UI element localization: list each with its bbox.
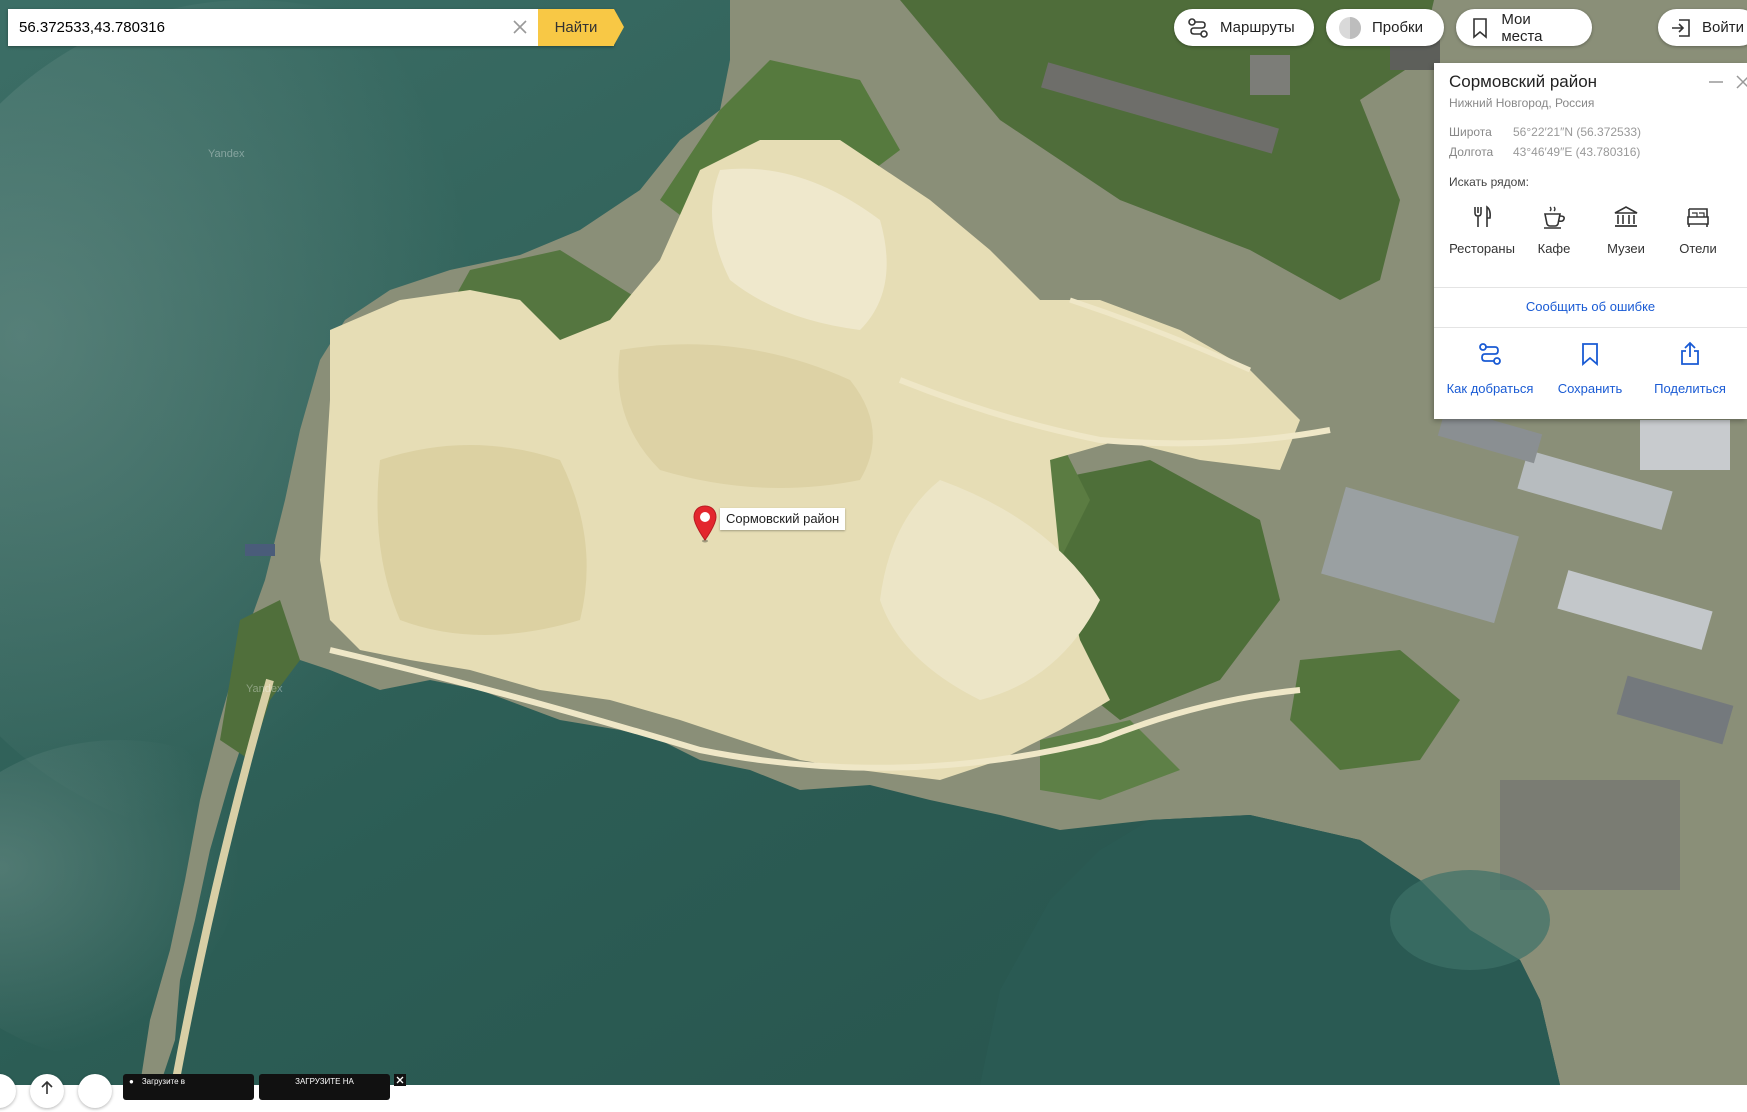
building	[1640, 420, 1730, 470]
nearby-label: Искать рядом:	[1449, 175, 1529, 189]
bookmark-icon	[1468, 16, 1491, 40]
my-places-label: Мои места	[1501, 10, 1543, 45]
latitude-label: Широта	[1449, 125, 1492, 139]
save-label: Сохранить	[1557, 381, 1623, 396]
place-card: Сормовский район Нижний Новгород, Россия…	[1434, 63, 1747, 419]
divider	[1434, 287, 1747, 288]
search-input[interactable]	[8, 9, 538, 46]
google-play-badge[interactable]: ЗАГРУЗИТЕ НА	[259, 1074, 390, 1100]
route-icon	[1186, 16, 1210, 40]
traffic-button[interactable]: Пробки	[1326, 9, 1444, 46]
nearby-restaurants-label: Рестораны	[1449, 241, 1515, 256]
pier	[245, 544, 275, 556]
login-label: Войти	[1702, 19, 1744, 36]
routes-button[interactable]: Маршруты	[1174, 9, 1314, 46]
arrow-up-icon	[41, 1080, 53, 1094]
fork-knife-icon	[1446, 203, 1518, 231]
place-subtitle: Нижний Новгород, Россия	[1449, 96, 1595, 110]
apple-icon: ●	[129, 1077, 134, 1086]
search-button[interactable]: Найти	[538, 9, 624, 46]
location-pin-icon[interactable]	[691, 504, 719, 544]
nearby-cafes[interactable]: Кафе	[1518, 203, 1590, 256]
bed-icon	[1662, 203, 1734, 231]
app-store-badge[interactable]: ● Загрузите в	[123, 1074, 254, 1100]
app-store-label: Загрузите в	[141, 1077, 186, 1086]
parking-lot	[1500, 780, 1680, 890]
traffic-label: Пробки	[1372, 19, 1423, 36]
nearby-museums[interactable]: Музеи	[1590, 203, 1662, 256]
shallow-water	[1390, 870, 1550, 970]
divider	[1434, 327, 1747, 328]
bookmark-icon	[1540, 339, 1640, 369]
route-icon	[1440, 339, 1540, 369]
login-button[interactable]: Войти	[1658, 9, 1747, 46]
save-button[interactable]: Сохранить	[1540, 339, 1640, 396]
close-icon[interactable]	[1734, 73, 1747, 91]
share-button[interactable]: Поделиться	[1640, 339, 1740, 396]
upload-button[interactable]	[30, 1074, 64, 1108]
clear-icon[interactable]	[510, 17, 530, 37]
directions-button[interactable]: Как добраться	[1440, 339, 1540, 396]
search-bar: Найти	[8, 9, 624, 46]
nearby-cafes-label: Кафе	[1537, 241, 1571, 256]
longitude-value: 43°46′49″E (43.780316)	[1513, 145, 1641, 159]
login-icon	[1670, 16, 1692, 40]
share-label: Поделиться	[1654, 381, 1726, 396]
nearby-museums-label: Музеи	[1607, 241, 1645, 256]
watermark-text: Yandex	[208, 148, 245, 160]
minimize-icon[interactable]	[1707, 73, 1725, 91]
museum-icon	[1590, 203, 1662, 231]
latitude-value: 56°22′21″N (56.372533)	[1513, 125, 1642, 139]
watermark-text: Yandex	[246, 683, 283, 695]
building	[1250, 55, 1290, 95]
report-error-link[interactable]: Сообщить об ошибке	[1434, 299, 1747, 314]
share-icon	[1640, 339, 1740, 369]
google-play-label: ЗАГРУЗИТЕ НА	[295, 1077, 354, 1086]
promo-close-icon[interactable]	[394, 1074, 406, 1086]
marker-label[interactable]: Сормовский район	[720, 508, 846, 530]
coffee-cup-icon	[1518, 203, 1590, 231]
my-places-button[interactable]: Мои места	[1456, 9, 1592, 46]
nearby-hotels-label: Отели	[1679, 241, 1717, 256]
directions-label: Как добраться	[1446, 381, 1534, 396]
nearby-restaurants[interactable]: Рестораны	[1446, 203, 1518, 256]
traffic-icon	[1338, 16, 1362, 40]
latitude-row: Широта 56°22′21″N (56.372533)	[1449, 125, 1641, 139]
quarry-pit	[377, 445, 587, 635]
routes-label: Маршруты	[1220, 19, 1295, 36]
nearby-hotels[interactable]: Отели	[1662, 203, 1734, 256]
place-title: Сормовский район	[1449, 72, 1598, 91]
longitude-label: Долгота	[1449, 145, 1494, 159]
longitude-row: Долгота 43°46′49″E (43.780316)	[1449, 145, 1640, 159]
panorama-button[interactable]	[78, 1074, 112, 1108]
